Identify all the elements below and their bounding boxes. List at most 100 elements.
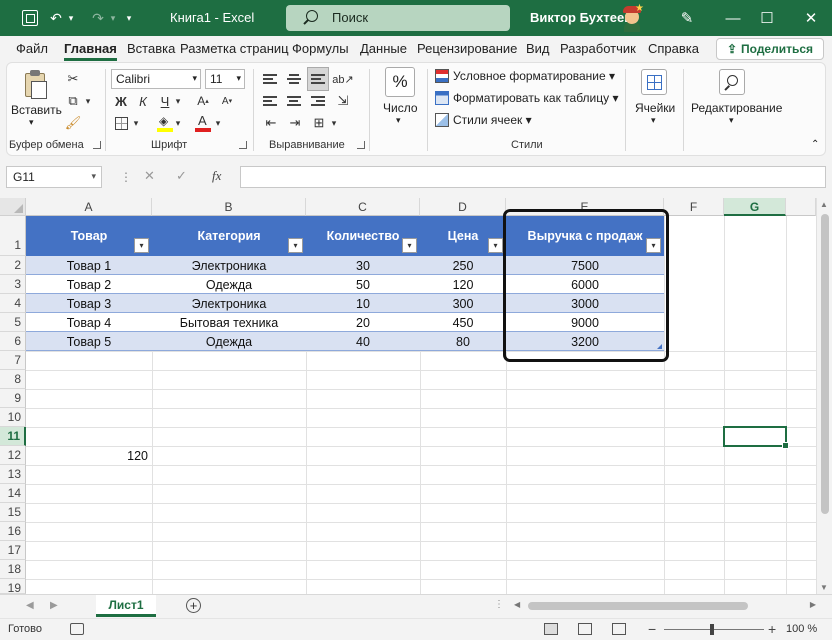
cells-dropdown-icon[interactable]: ▾ bbox=[651, 115, 656, 126]
row-header-16[interactable]: 16 bbox=[0, 522, 26, 541]
borders-dropdown-icon[interactable]: ▾ bbox=[131, 113, 141, 133]
orientation-icon[interactable]: ab↗ bbox=[332, 69, 353, 89]
scroll-right-icon[interactable]: ▶ bbox=[810, 600, 816, 609]
merge-center-icon[interactable]: ⊞ bbox=[309, 113, 329, 133]
scroll-thumb[interactable] bbox=[821, 214, 829, 514]
select-all-button[interactable] bbox=[0, 198, 26, 216]
more-icon[interactable]: ⋮ bbox=[494, 599, 504, 610]
row-header-15[interactable]: 15 bbox=[0, 503, 26, 522]
tab-developer[interactable]: Разработчик bbox=[560, 41, 636, 61]
row-header-12[interactable]: 12 bbox=[0, 446, 26, 465]
horizontal-scrollbar[interactable]: ◀ ▶ bbox=[514, 600, 816, 612]
column-header-b[interactable]: B bbox=[152, 198, 306, 216]
percent-icon[interactable]: % bbox=[385, 67, 415, 97]
decrease-indent-icon[interactable]: ⇤ bbox=[261, 113, 281, 133]
align-top-icon[interactable] bbox=[261, 69, 279, 89]
row-header-8[interactable]: 8 bbox=[0, 370, 26, 389]
row-header-17[interactable]: 17 bbox=[0, 541, 26, 560]
row-header-2[interactable]: 2 bbox=[0, 256, 26, 275]
cells-icon[interactable] bbox=[641, 69, 667, 95]
scroll-left-icon[interactable]: ◀ bbox=[514, 600, 520, 609]
filter-dropdown-icon[interactable]: ▾ bbox=[402, 238, 417, 253]
filter-dropdown-icon[interactable]: ▾ bbox=[134, 238, 149, 253]
copy-dropdown-icon[interactable]: ▾ bbox=[83, 91, 93, 111]
number-dropdown-icon[interactable]: ▾ bbox=[396, 115, 401, 126]
name-box[interactable]: G11 ▾ bbox=[6, 166, 102, 188]
cut-icon[interactable]: ✂ bbox=[63, 69, 83, 89]
borders-icon[interactable] bbox=[111, 113, 131, 133]
row-header-7[interactable]: 7 bbox=[0, 351, 26, 370]
autosave-icon[interactable] bbox=[20, 8, 40, 28]
column-header-g[interactable]: G bbox=[724, 198, 786, 216]
active-cell[interactable] bbox=[723, 426, 789, 449]
font-launcher-icon[interactable] bbox=[239, 141, 247, 149]
search-box[interactable]: Поиск bbox=[286, 5, 510, 31]
redo-icon[interactable]: ↷ bbox=[88, 8, 108, 28]
prev-sheet-icon[interactable]: ◀ bbox=[26, 600, 34, 611]
tab-formulas[interactable]: Формулы bbox=[292, 41, 349, 61]
vertical-scrollbar[interactable]: ▲ ▼ bbox=[816, 198, 832, 594]
tab-home[interactable]: Главная bbox=[64, 41, 117, 61]
fill-color-icon[interactable]: ◈ bbox=[155, 113, 175, 133]
zoom-slider[interactable] bbox=[664, 629, 764, 630]
tab-help[interactable]: Справка bbox=[648, 41, 699, 61]
row-header-6[interactable]: 6 bbox=[0, 332, 26, 351]
number-format-button[interactable]: Число bbox=[383, 101, 418, 115]
tab-file[interactable]: Файл bbox=[16, 41, 48, 61]
user-name[interactable]: Виктор Бухтеев bbox=[530, 10, 632, 25]
avatar[interactable]: ★ bbox=[620, 3, 644, 32]
close-button[interactable]: ✕ bbox=[788, 0, 832, 36]
zoom-out-icon[interactable]: − bbox=[648, 621, 656, 637]
format-as-table-button[interactable]: Форматировать как таблицу ▾ bbox=[453, 91, 619, 105]
redo-dropdown-icon[interactable]: ▾ bbox=[108, 8, 118, 28]
filter-dropdown-icon[interactable]: ▾ bbox=[288, 238, 303, 253]
worksheet-grid[interactable]: A B C D E F G 1 2 3 4 5 6 7 8 9 10 11 12… bbox=[0, 198, 832, 594]
normal-view-icon[interactable] bbox=[544, 623, 558, 635]
merge-dropdown-icon[interactable]: ▾ bbox=[329, 113, 339, 133]
underline-button[interactable]: Ч bbox=[155, 91, 175, 111]
scroll-up-icon[interactable]: ▲ bbox=[820, 200, 828, 209]
align-left-icon[interactable] bbox=[261, 91, 279, 111]
zoom-level[interactable]: 100 % bbox=[786, 623, 817, 635]
zoom-in-icon[interactable]: + bbox=[768, 621, 776, 637]
row-header-14[interactable]: 14 bbox=[0, 484, 26, 503]
row-header-1[interactable]: 1 bbox=[0, 216, 26, 256]
row-header-9[interactable]: 9 bbox=[0, 389, 26, 408]
scroll-down-icon[interactable]: ▼ bbox=[820, 583, 828, 592]
pen-icon[interactable]: ✎ bbox=[664, 0, 710, 36]
cancel-icon[interactable]: ✕ bbox=[144, 168, 155, 184]
find-icon[interactable] bbox=[719, 69, 745, 95]
scroll-thumb[interactable] bbox=[528, 602, 748, 610]
font-color-dropdown-icon[interactable]: ▾ bbox=[213, 113, 223, 133]
column-header-c[interactable]: C bbox=[306, 198, 420, 216]
copy-icon[interactable]: ⧉ bbox=[63, 91, 83, 111]
undo-icon[interactable]: ↶ bbox=[46, 8, 66, 28]
font-size-combo[interactable]: 11 ▾ bbox=[205, 69, 245, 89]
row-header-10[interactable]: 10 bbox=[0, 408, 26, 427]
filter-dropdown-icon[interactable]: ▾ bbox=[488, 238, 503, 253]
undo-dropdown-icon[interactable]: ▾ bbox=[66, 8, 76, 28]
grow-font-icon[interactable]: A ▴ bbox=[193, 91, 213, 111]
row-header-4[interactable]: 4 bbox=[0, 294, 26, 313]
page-layout-view-icon[interactable] bbox=[578, 623, 592, 635]
tab-insert[interactable]: Вставка bbox=[127, 41, 175, 61]
font-color-icon[interactable]: A bbox=[193, 113, 213, 133]
shrink-font-icon[interactable]: A ▾ bbox=[217, 91, 237, 111]
underline-dropdown-icon[interactable]: ▾ bbox=[173, 91, 183, 111]
editing-button[interactable]: Редактирование bbox=[691, 101, 782, 115]
paste-icon[interactable] bbox=[23, 69, 49, 99]
column-header-f[interactable]: F bbox=[664, 198, 724, 216]
wrap-text-icon[interactable]: ⇲ bbox=[333, 91, 353, 111]
add-sheet-icon[interactable]: + bbox=[186, 598, 201, 613]
share-button[interactable]: ⇪ Поделиться bbox=[716, 38, 824, 60]
paste-dropdown-icon[interactable]: ▾ bbox=[29, 117, 34, 128]
page-break-view-icon[interactable] bbox=[612, 623, 626, 635]
fill-color-dropdown-icon[interactable]: ▾ bbox=[173, 113, 183, 133]
conditional-formatting-button[interactable]: Условное форматирование ▾ bbox=[453, 69, 615, 83]
tab-data[interactable]: Данные bbox=[360, 41, 407, 61]
italic-button[interactable]: К bbox=[133, 91, 153, 111]
cells-button[interactable]: Ячейки bbox=[635, 101, 675, 115]
clipboard-launcher-icon[interactable] bbox=[93, 141, 101, 149]
zoom-slider-thumb[interactable] bbox=[710, 624, 714, 635]
cell-a12[interactable]: 120 bbox=[26, 446, 152, 465]
